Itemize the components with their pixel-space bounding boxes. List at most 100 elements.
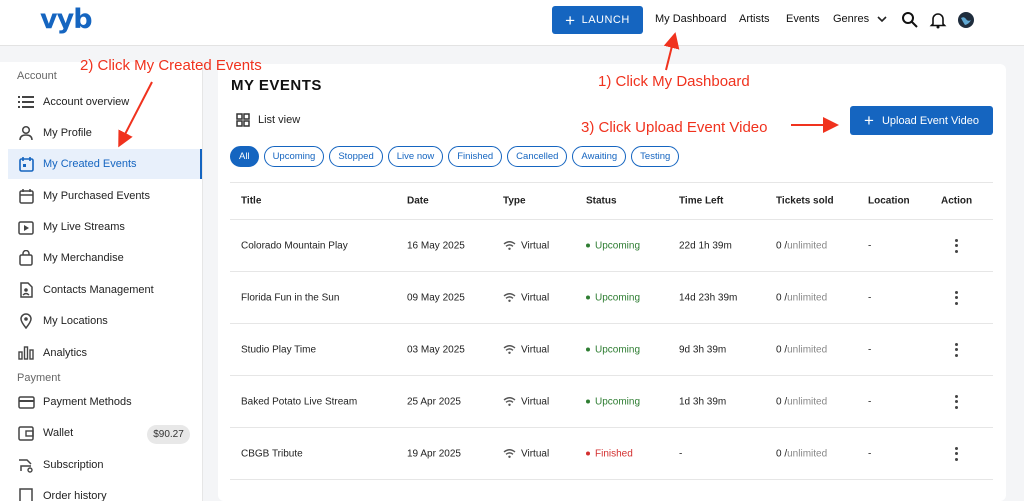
column-header: Date — [407, 195, 429, 207]
sidebar-item-subscription[interactable]: Subscription — [8, 450, 202, 480]
bar-chart-icon — [17, 344, 35, 362]
status-badge: Upcoming — [586, 240, 640, 251]
sidebar-item-label: My Purchased Events — [43, 190, 150, 202]
nav-genres[interactable]: Genres — [833, 13, 887, 25]
status-badge: Upcoming — [586, 396, 640, 407]
filter-chip-cancelled[interactable]: Cancelled — [507, 146, 568, 167]
tickets-sold: 0 /unlimited — [776, 292, 827, 303]
column-header: Time Left — [679, 195, 724, 207]
bag-icon — [17, 249, 35, 267]
event-location: - — [868, 396, 872, 407]
event-location: - — [868, 344, 872, 355]
event-type: Virtual — [503, 292, 549, 303]
chevron-down-icon — [877, 15, 887, 22]
filter-chip-finished[interactable]: Finished — [448, 146, 503, 167]
sidebar-item-my-live-streams[interactable]: My Live Streams — [8, 212, 202, 242]
sidebar-item-label: My Created Events — [43, 158, 137, 170]
wallet-balance-badge: $90.27 — [147, 425, 190, 444]
wifi-icon — [503, 293, 516, 302]
sidebar-item-contacts-management[interactable]: Contacts Management — [8, 275, 202, 305]
table-row[interactable]: CBGB Tribute 19 Apr 2025 Virtual Finished - 0… — [230, 428, 993, 480]
filter-chip-upcoming[interactable]: Upcoming — [263, 146, 325, 167]
more-actions-icon[interactable] — [954, 446, 958, 461]
status-dot — [586, 451, 590, 456]
event-location: - — [868, 292, 872, 303]
filter-chip-testing[interactable]: Testing — [631, 146, 680, 167]
avatar[interactable] — [957, 11, 975, 29]
event-location: - — [868, 240, 872, 251]
more-actions-icon[interactable] — [954, 290, 958, 305]
status-badge: Upcoming — [586, 344, 640, 355]
sidebar-item-label: My Profile — [43, 127, 92, 139]
more-actions-icon[interactable] — [954, 238, 958, 253]
list-icon — [17, 93, 35, 111]
status-dot — [586, 295, 590, 300]
event-type-label: Virtual — [521, 240, 550, 251]
time-left: 22d 1h 39m — [679, 240, 732, 251]
tickets-sold: 0 /unlimited — [776, 396, 827, 407]
status-dot — [586, 399, 590, 404]
status-label: Upcoming — [595, 240, 641, 251]
section-account: Account — [17, 70, 57, 82]
vyb-logo[interactable]: vyb — [40, 4, 93, 35]
event-type-label: Virtual — [521, 344, 550, 355]
bell-icon[interactable] — [929, 11, 947, 29]
table-row[interactable]: Baked Potato Live Stream 25 Apr 2025 Virtu… — [230, 376, 993, 428]
filter-chip-stopped[interactable]: Stopped — [329, 146, 383, 167]
section-payment: Payment — [17, 372, 61, 384]
event-date: 19 Apr 2025 — [407, 448, 461, 459]
filter-chip-all[interactable]: All — [230, 146, 259, 167]
more-actions-icon[interactable] — [954, 394, 958, 409]
event-title: Florida Fun in the Sun — [241, 292, 340, 303]
event-type: Virtual — [503, 396, 549, 407]
nav-my-dashboard[interactable]: My Dashboard — [655, 13, 727, 25]
sidebar-item-order-history[interactable]: Order history — [8, 481, 202, 501]
upload-event-video-button[interactable]: + Upload Event Video — [850, 106, 993, 135]
event-date: 25 Apr 2025 — [407, 396, 461, 407]
sidebar-item-my-merchandise[interactable]: My Merchandise — [8, 243, 202, 273]
nav-artists[interactable]: Artists — [739, 13, 770, 25]
table-row[interactable]: Studio Play Time 03 May 2025 Virtual Upcomi… — [230, 324, 993, 376]
grid-icon — [236, 113, 250, 127]
status-label: Upcoming — [595, 396, 641, 407]
event-type-label: Virtual — [521, 448, 550, 459]
sidebar-item-my-purchased-events[interactable]: My Purchased Events — [8, 181, 202, 211]
event-location: - — [868, 448, 872, 459]
page-title: MY EVENTS — [231, 77, 322, 94]
sidebar-item-my-created-events[interactable]: My Created Events — [8, 149, 202, 179]
sidebar-item-label: Contacts Management — [43, 284, 154, 296]
table-row[interactable]: Florida Fun in the Sun 09 May 2025 Virtual… — [230, 272, 993, 324]
sidebar-item-label: Wallet — [43, 427, 74, 439]
launch-button[interactable]: + LAUNCH — [552, 6, 643, 34]
sidebar-item-label: Analytics — [43, 347, 88, 359]
sidebar-item-payment-methods[interactable]: Payment Methods — [8, 387, 202, 417]
tickets-limit: unlimited — [787, 344, 828, 355]
sidebar-item-label: Account overview — [43, 96, 130, 108]
nav-events[interactable]: Events — [786, 13, 820, 25]
sidebar-item-label: Order history — [43, 490, 107, 501]
event-type: Virtual — [503, 344, 549, 355]
sidebar-item-label: My Live Streams — [43, 221, 125, 233]
status-label: Upcoming — [595, 292, 641, 303]
more-actions-icon[interactable] — [954, 342, 958, 357]
table-row[interactable]: Colorado Mountain Play 16 May 2025 Virtual… — [230, 220, 993, 272]
wifi-icon — [503, 241, 516, 250]
event-title: CBGB Tribute — [241, 448, 303, 459]
time-left: - — [679, 448, 683, 459]
tickets-sold: 0 /unlimited — [776, 240, 827, 251]
time-left: 9d 3h 39m — [679, 344, 727, 355]
plus-icon: + — [864, 111, 874, 130]
list-view-toggle[interactable]: List view — [236, 113, 300, 127]
wifi-icon — [503, 397, 516, 406]
table-header-row: Title Date Type Status Time Left Tickets… — [230, 182, 993, 220]
sidebar-item-my-profile[interactable]: My Profile — [8, 118, 202, 148]
event-title: Studio Play Time — [241, 344, 317, 355]
card-icon — [17, 393, 35, 411]
sidebar-item-analytics[interactable]: Analytics — [8, 338, 202, 368]
search-icon[interactable] — [901, 11, 919, 29]
sidebar-item-account-overview[interactable]: Account overview — [8, 87, 202, 117]
sidebar-item-my-locations[interactable]: My Locations — [8, 306, 202, 336]
filter-chip-live-now[interactable]: Live now — [387, 146, 444, 167]
filter-chip-awaiting[interactable]: Awaiting — [572, 146, 627, 167]
events-table: Title Date Type Status Time Left Tickets… — [230, 182, 993, 480]
